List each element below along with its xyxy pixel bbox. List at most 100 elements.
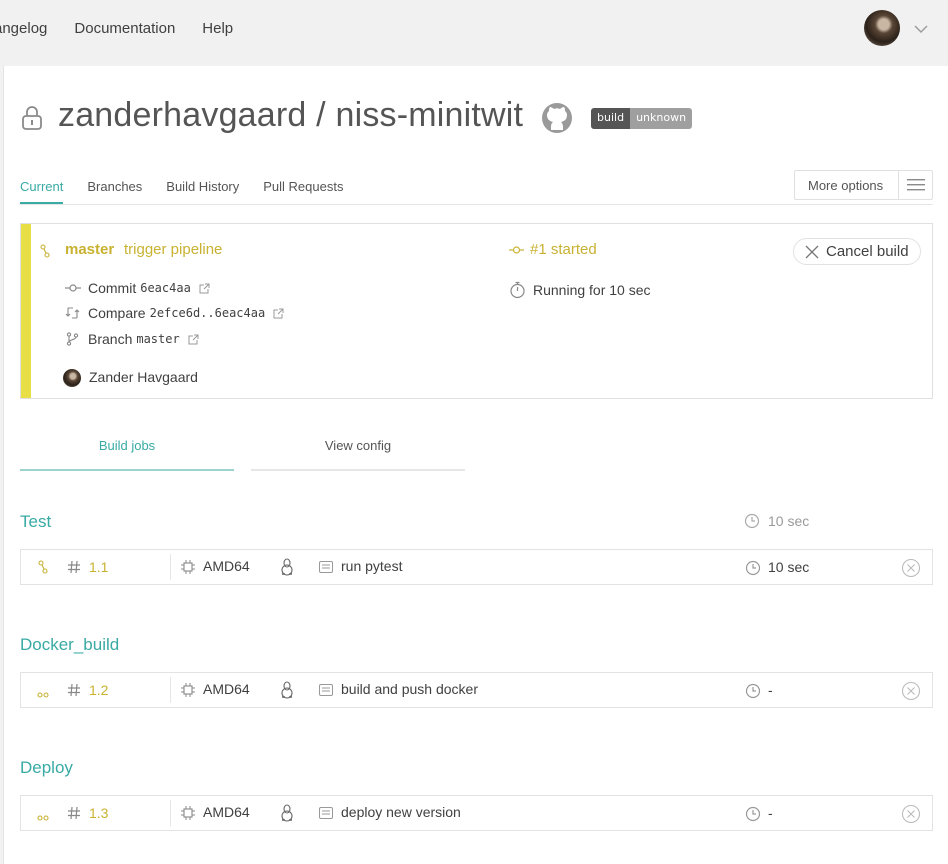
job-row[interactable]: 1.3 AMD64 deploy new version - <box>20 795 933 831</box>
cpu-icon <box>181 806 195 820</box>
cpu-icon <box>181 560 195 574</box>
more-options-label: More options <box>795 171 899 199</box>
job-number[interactable]: 1.2 <box>89 682 108 698</box>
queued-state-icon <box>37 815 49 821</box>
stage-duration: 10 sec <box>744 513 809 529</box>
build-status-text: #1 started <box>530 241 597 258</box>
branch-name-link[interactable]: master <box>136 332 179 346</box>
linux-icon <box>281 681 293 699</box>
stage-duration-text: 10 sec <box>768 513 810 529</box>
cancel-build-button[interactable]: Cancel build <box>793 238 921 265</box>
job-duration: - <box>768 682 773 698</box>
stage-title: Deploy <box>20 758 73 777</box>
job-name: run pytest <box>341 558 403 574</box>
job-duration: - <box>768 805 773 821</box>
cancel-job-icon[interactable] <box>901 804 921 824</box>
hash-icon <box>68 683 80 697</box>
hash-icon <box>68 560 80 574</box>
job-arch: AMD64 <box>203 558 250 574</box>
cancel-job-icon[interactable] <box>901 681 921 701</box>
badge-label: build <box>591 108 631 129</box>
left-edge-divider <box>0 66 4 864</box>
job-divider <box>170 800 171 826</box>
compare-range-link[interactable]: 2efce6d..6eac4aa <box>150 306 266 320</box>
stopwatch-icon <box>510 281 525 299</box>
script-icon <box>319 561 333 573</box>
build-duration: Running for 10 sec <box>509 281 651 299</box>
hash-icon <box>68 806 80 820</box>
commit-label: Commit <box>88 280 137 296</box>
close-icon <box>805 245 819 258</box>
branch-row: Branch master <box>65 331 199 347</box>
cpu-icon <box>181 683 195 697</box>
github-icon[interactable] <box>541 102 573 134</box>
commit-sha-link[interactable]: 6eac4aa <box>140 281 191 295</box>
compare-row: Compare 2efce6d..6eac4aa <box>65 305 284 321</box>
tab-branches[interactable]: Branches <box>87 179 142 204</box>
job-number[interactable]: 1.3 <box>89 805 108 821</box>
repo-tabs: Current Branches Build History Pull Requ… <box>20 179 367 204</box>
author-avatar <box>63 369 81 387</box>
job-name: deploy new version <box>341 804 461 820</box>
build-number-status[interactable]: #1 started <box>509 241 597 258</box>
running-text: Running for 10 sec <box>533 282 651 298</box>
clock-icon <box>745 806 761 822</box>
started-state-icon <box>40 244 50 258</box>
badge-value: unknown <box>630 108 693 129</box>
chevron-down-icon[interactable] <box>914 24 928 34</box>
job-number[interactable]: 1.1 <box>89 559 108 575</box>
job-name: build and push docker <box>341 681 478 697</box>
commit-row: Commit 6eac4aa <box>65 280 210 296</box>
stage-title: Docker_build <box>20 635 120 654</box>
tab-view-config[interactable]: View config <box>251 438 465 471</box>
current-build-card: master trigger pipeline Commit 6eac4aa C… <box>20 223 933 399</box>
clock-icon <box>744 513 760 529</box>
started-state-icon <box>38 560 48 574</box>
job-arch: AMD64 <box>203 681 250 697</box>
clock-icon <box>745 560 761 576</box>
tab-pull-requests[interactable]: Pull Requests <box>263 179 343 204</box>
job-row[interactable]: 1.2 AMD64 build and push docker - <box>20 672 933 708</box>
build-branch-link[interactable]: master <box>65 241 114 258</box>
linux-icon <box>281 804 293 822</box>
job-divider <box>170 554 171 580</box>
compare-icon <box>65 307 80 319</box>
tab-current[interactable]: Current <box>20 179 64 204</box>
commit-icon <box>509 245 524 254</box>
job-arch: AMD64 <box>203 804 250 820</box>
external-link-icon[interactable] <box>188 334 199 345</box>
branch-label: Branch <box>88 331 133 347</box>
tab-build-jobs[interactable]: Build jobs <box>20 438 234 471</box>
linux-icon <box>281 558 293 576</box>
lock-icon <box>22 106 42 130</box>
build-state-stripe <box>21 224 31 398</box>
top-nav: angelog Documentation Help <box>0 20 260 37</box>
nav-changelog-link[interactable]: angelog <box>0 20 47 37</box>
job-duration: 10 sec <box>768 559 810 575</box>
user-avatar[interactable] <box>864 10 900 46</box>
queued-state-icon <box>37 692 49 698</box>
nav-documentation-link[interactable]: Documentation <box>74 20 175 37</box>
top-nav-bar: angelog Documentation Help <box>0 0 948 66</box>
build-message: trigger pipeline <box>124 241 223 258</box>
job-row[interactable]: 1.1 AMD64 run pytest 10 sec <box>20 549 933 585</box>
compare-label: Compare <box>88 305 146 321</box>
nav-help-link[interactable]: Help <box>202 20 233 37</box>
cancel-build-label: Cancel build <box>826 243 909 260</box>
external-link-icon[interactable] <box>199 283 210 294</box>
tab-build-history[interactable]: Build History <box>166 179 239 204</box>
clock-icon <box>745 683 761 699</box>
branch-icon <box>66 332 79 346</box>
stage-title: Test <box>20 512 52 531</box>
build-status-badge[interactable]: build unknown <box>591 108 693 129</box>
author-name: Zander Havgaard <box>89 369 198 385</box>
script-icon <box>319 684 333 696</box>
cancel-job-icon[interactable] <box>901 558 921 578</box>
tabs-divider <box>19 204 933 205</box>
more-options-button[interactable]: More options <box>794 170 933 200</box>
external-link-icon[interactable] <box>273 308 284 319</box>
script-icon <box>319 807 333 819</box>
repo-title: zanderhavgaard / niss-minitwit <box>58 96 524 134</box>
hamburger-icon <box>899 171 932 199</box>
job-divider <box>170 677 171 703</box>
